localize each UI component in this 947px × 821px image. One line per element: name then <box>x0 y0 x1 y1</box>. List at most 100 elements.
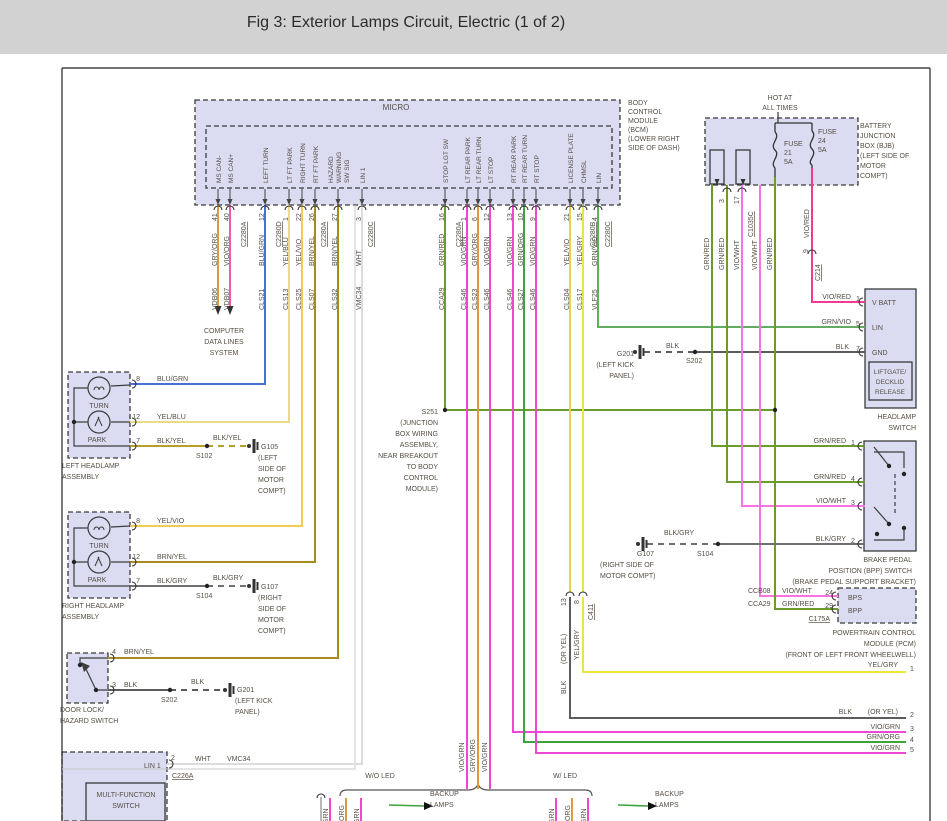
wire-label-rotated: RT STOP <box>534 155 541 183</box>
diagram-label: YEL/BLU <box>157 414 186 421</box>
diagram-label: (LEFT SIDE OF <box>860 153 909 160</box>
wire-label-rotated: 13 <box>561 598 568 606</box>
ground-icon <box>638 345 642 359</box>
diagram-label: NEAR BREAKOUT <box>378 453 439 460</box>
wire-label-rotated: VIO/RED <box>804 209 811 238</box>
diagram-label: DECKLID <box>876 379 904 386</box>
wire-label-rotated: 12 <box>484 213 491 221</box>
diagram-label: (JUNCTION <box>400 420 438 427</box>
wire-label-rotated: VIO/GRN <box>323 808 330 821</box>
diagram-label: BLK/GRY <box>816 536 847 543</box>
diagram-label: PARK <box>88 437 107 444</box>
diagram-label: BPP <box>848 608 862 615</box>
diagram-label: 4 <box>851 476 855 483</box>
wire-label-rotated: C2280C <box>368 221 375 247</box>
diagram-label: VIO/GRN <box>870 724 900 731</box>
diagram-label: BLK <box>836 344 850 351</box>
diagram-label: LAMPS <box>430 802 454 809</box>
wire-grnred <box>711 185 865 447</box>
ground-icon <box>232 686 235 694</box>
wire-label-rotated: VIO/GRN <box>459 742 466 772</box>
wire-label-rotated: C2280C <box>605 221 612 247</box>
diagram-label: YEL/GRY <box>868 662 899 669</box>
wire-label-rotated: CLS17 <box>577 288 584 310</box>
diagram-label: COMPT) <box>860 173 888 180</box>
wire-label-rotated: VMC34 <box>356 287 363 310</box>
diagram-label: BODY <box>628 100 648 107</box>
wire-label-rotated: VIO/GRN <box>354 808 361 821</box>
diagram-label: TO BODY <box>407 464 439 471</box>
wire-label-rotated: 21 <box>564 213 571 221</box>
wire-brnyel <box>108 205 339 659</box>
diagram-label: BLK <box>191 679 205 686</box>
wire-label-rotated: YEL/GRY <box>577 235 584 266</box>
wire-label-rotated: VIO/GRN <box>507 236 514 266</box>
diagram-label: 29 <box>825 603 833 610</box>
ground-icon <box>223 688 227 692</box>
ground-icon <box>256 582 259 590</box>
diagram-label: 2 <box>171 755 175 762</box>
wire-label-rotated: BLU/GRN <box>259 235 266 266</box>
wire-label-rotated: CLS13 <box>283 288 290 310</box>
wire-label-rotated: RT FT PARK <box>313 145 320 183</box>
wire-label-rotated: HAZARD <box>328 156 335 183</box>
wire-label-rotated: 17 <box>734 196 741 204</box>
diagram-label: G201 <box>617 351 634 358</box>
wiring-diagram-page: Fig 3: Exterior Lamps Circuit, Electric … <box>0 0 947 821</box>
wire-label-rotated: BRN/YEL <box>332 236 339 266</box>
diagram-label: SYSTEM <box>210 350 239 357</box>
diagram-label: 21 <box>784 150 792 157</box>
diagram-label: GRN/RED <box>814 474 846 481</box>
diagram-label: MOTOR <box>258 477 284 484</box>
wire-label-rotated: 1 <box>461 217 468 221</box>
diagram-label: G107 <box>261 584 278 591</box>
diagram-label: G107 <box>637 551 654 558</box>
wire-label-rotated: C2280A <box>321 221 328 247</box>
diagram-label: 7 <box>136 578 140 585</box>
wire-label-rotated: VDB07 <box>224 288 231 310</box>
diagram-label: HOT AT <box>768 95 793 102</box>
splice-dot <box>71 559 77 565</box>
splice-dot <box>77 662 83 668</box>
diagram-label: SWITCH <box>112 803 140 810</box>
diagram-label: BOX (BJB) <box>860 143 894 150</box>
wire-label-rotated: 10 <box>518 213 525 221</box>
wire-label-rotated: LT STOP <box>488 157 495 183</box>
diagram-label: MOTOR <box>860 163 886 170</box>
diagram-label: CCB08 <box>748 588 771 595</box>
diagram-label: MOTOR COMPT) <box>600 573 655 580</box>
wire-label-rotated: VIO/GRN <box>581 808 588 821</box>
diagram-label: SIDE OF DASH) <box>628 145 680 152</box>
diagram-label: BATTERY <box>860 123 892 130</box>
diagram-label: (BCM) <box>628 127 648 134</box>
micro-module-box <box>194 99 621 206</box>
wire-label-rotated: RIGHT TURN <box>300 143 307 183</box>
wire-label-rotated: CLS25 <box>296 288 303 310</box>
wire-label-rotated: VIO/GRN <box>549 808 556 821</box>
diagram-label: PARK <box>88 577 107 584</box>
wire-label-rotated: BLK <box>561 680 568 694</box>
diagram-label: W/O LED <box>365 773 395 780</box>
diagram-label: 3 <box>910 726 914 733</box>
wire-label-rotated: 3 <box>719 199 726 203</box>
wire-label-rotated: CLS32 <box>332 288 339 310</box>
right-headlamp-assembly-box <box>67 511 131 599</box>
diagram-label: BLK/GRY <box>157 578 188 585</box>
ground-icon <box>247 444 251 448</box>
wire-label-rotated: 15 <box>577 213 584 221</box>
diagram-label: BLU/GRN <box>157 376 188 383</box>
diagram-label: COMPUTER <box>204 328 244 335</box>
wire-label-rotated: CLS46 <box>484 288 491 310</box>
wire-label-rotated: CLS46 <box>530 288 537 310</box>
diagram-label: RELEASE <box>875 389 906 396</box>
diagram-label: S251 <box>422 409 438 416</box>
diagram-label: GRN/VIO <box>821 319 851 326</box>
splice-dot <box>692 349 698 355</box>
wire-label-rotated: WARNING <box>336 152 343 183</box>
wire-label-rotated: GRN/RED <box>719 238 726 270</box>
wire-grnvio <box>597 205 865 328</box>
ground-icon <box>247 584 251 588</box>
wire-label-rotated: YEL/VIO <box>564 238 571 266</box>
wire-label-rotated: C2280B <box>590 221 597 247</box>
ground-icon <box>645 540 648 548</box>
